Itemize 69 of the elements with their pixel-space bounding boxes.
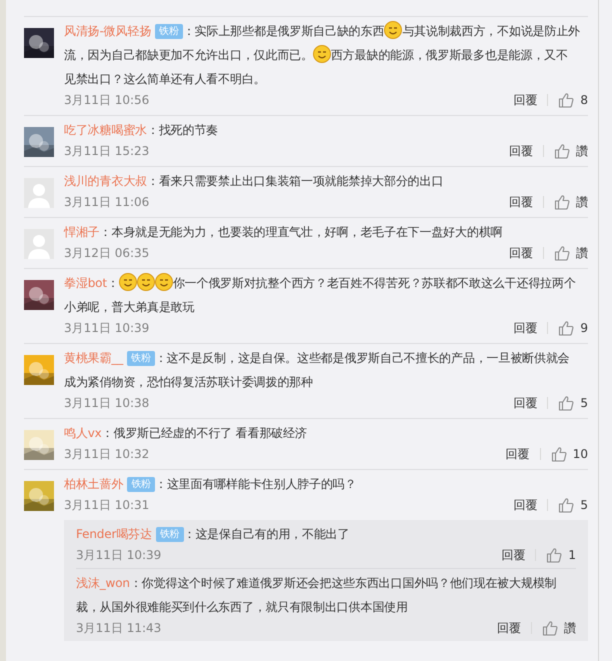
comment-text: 西方最缺的能源，俄罗斯最多也是能源，又不 (330, 48, 568, 62)
avatar-icon (24, 178, 54, 208)
emoji-icon (384, 21, 402, 39)
comment-text: 流，因为自己都缺更加不允许出口，仅此而已。 (64, 48, 313, 62)
reply-link[interactable]: 回覆 (509, 142, 533, 160)
comment-text: ：这不是反制，这是自保。这些都是俄罗斯自己不擅长的产品，一旦被断供就会 (154, 351, 570, 365)
emoji-icon (136, 273, 155, 291)
comment-text: ： (106, 276, 119, 290)
reply-link[interactable]: 回覆 (513, 394, 538, 412)
timestamp: 3月11日 11:43 (76, 620, 162, 636)
timestamp: 3月12日 06:35 (64, 244, 150, 262)
timestamp: 3月11日 15:23 (64, 142, 150, 160)
like-button[interactable]: 8 (558, 92, 588, 108)
thumbs-up-icon (558, 497, 574, 513)
comment-text: 你一个俄罗斯对抗整个西方？老百姓不得苦死？苏联都不敢这么干还得拉两个 (172, 276, 576, 290)
thumbs-up-icon (554, 194, 570, 210)
comment-text: 成为紧俏物资，恐怕得复活苏联计委调拨的那种 (64, 375, 313, 389)
like-button[interactable]: 5 (558, 497, 588, 513)
avatar-icon (24, 229, 54, 259)
comment-text: 裁，从国外很难能买到什么东西了，就只有限制出口供本国使用 (76, 600, 408, 614)
like-button[interactable]: 9 (558, 320, 588, 336)
comment-text: ：本身就是无能为力，也要装的理直气壮，好啊，老毛子在下一盘好大的棋啊 (100, 225, 502, 239)
timestamp: 3月11日 10:56 (64, 92, 150, 108)
emoji-icon (118, 273, 137, 291)
reply-link[interactable]: 回覆 (513, 496, 538, 514)
like-button[interactable]: 讚 (554, 194, 588, 210)
thumbs-up-icon (546, 547, 562, 563)
reply-link[interactable]: 回覆 (506, 446, 530, 462)
thumbs-up-icon (558, 320, 574, 336)
fan-badge: 铁粉 (156, 527, 184, 542)
like-button[interactable]: 1 (546, 547, 576, 563)
timestamp: 3月11日 11:06 (64, 194, 150, 210)
comment-text: ：这是保自己有的用，不能出了 (184, 527, 350, 541)
reply-link[interactable]: 回覆 (513, 320, 538, 336)
timestamp: 3月11日 10:39 (76, 546, 162, 564)
timestamp: 3月11日 10:38 (64, 394, 150, 412)
comment-text: 与其说制裁西方，不如说是防止外 (402, 24, 580, 38)
like-button[interactable]: 讚 (542, 620, 576, 636)
comment-text: ：看来只需要禁止出口集装箱一项就能禁掉大部分的出口 (146, 174, 444, 188)
reply-link[interactable]: 回覆 (501, 546, 526, 564)
fan-badge: 铁粉 (127, 477, 155, 492)
timestamp: 3月11日 10:31 (64, 496, 150, 514)
reply-link[interactable]: 回覆 (509, 194, 533, 210)
comment-text: ：找死的节奏 (146, 123, 218, 137)
thumbs-up-icon (542, 620, 558, 636)
thumbs-up-icon (554, 245, 570, 261)
fan-badge: 铁粉 (155, 24, 183, 39)
thumbs-up-icon (554, 143, 570, 159)
comment-text: ：这里面有哪样能卡住别人脖子的吗？ (154, 477, 356, 491)
emoji-icon (154, 273, 173, 291)
comment-text: 小弟呢，普大弟真是敢玩 (64, 300, 194, 314)
thumbs-up-icon (558, 92, 574, 108)
like-button[interactable]: 讚 (554, 142, 588, 160)
comment-text: ：你觉得这个时候了难道俄罗斯还会把这些东西出口国外吗？他们现在被大规模制 (130, 576, 556, 590)
comment-text: 见禁出口？这么简单还有人看不明白。 (64, 72, 266, 86)
reply-link[interactable]: 回覆 (513, 92, 538, 108)
thumbs-up-icon (550, 446, 567, 462)
comment-text: ：实际上那些都是俄罗斯自己缺的东西 (182, 24, 384, 38)
like-button[interactable]: 讚 (554, 244, 588, 262)
fan-badge: 铁粉 (127, 351, 155, 366)
emoji-icon (312, 45, 331, 63)
timestamp: 3月11日 10:39 (64, 320, 150, 336)
like-button[interactable]: 10 (550, 446, 588, 462)
reply-link[interactable]: 回覆 (497, 620, 521, 636)
comment-text: ：俄罗斯已经虚的不行了 看看那破经济 (102, 426, 307, 440)
reply-link[interactable]: 回覆 (509, 244, 533, 262)
timestamp: 3月11日 10:32 (64, 446, 150, 462)
thumbs-up-icon (558, 395, 574, 411)
like-button[interactable]: 5 (558, 395, 588, 411)
